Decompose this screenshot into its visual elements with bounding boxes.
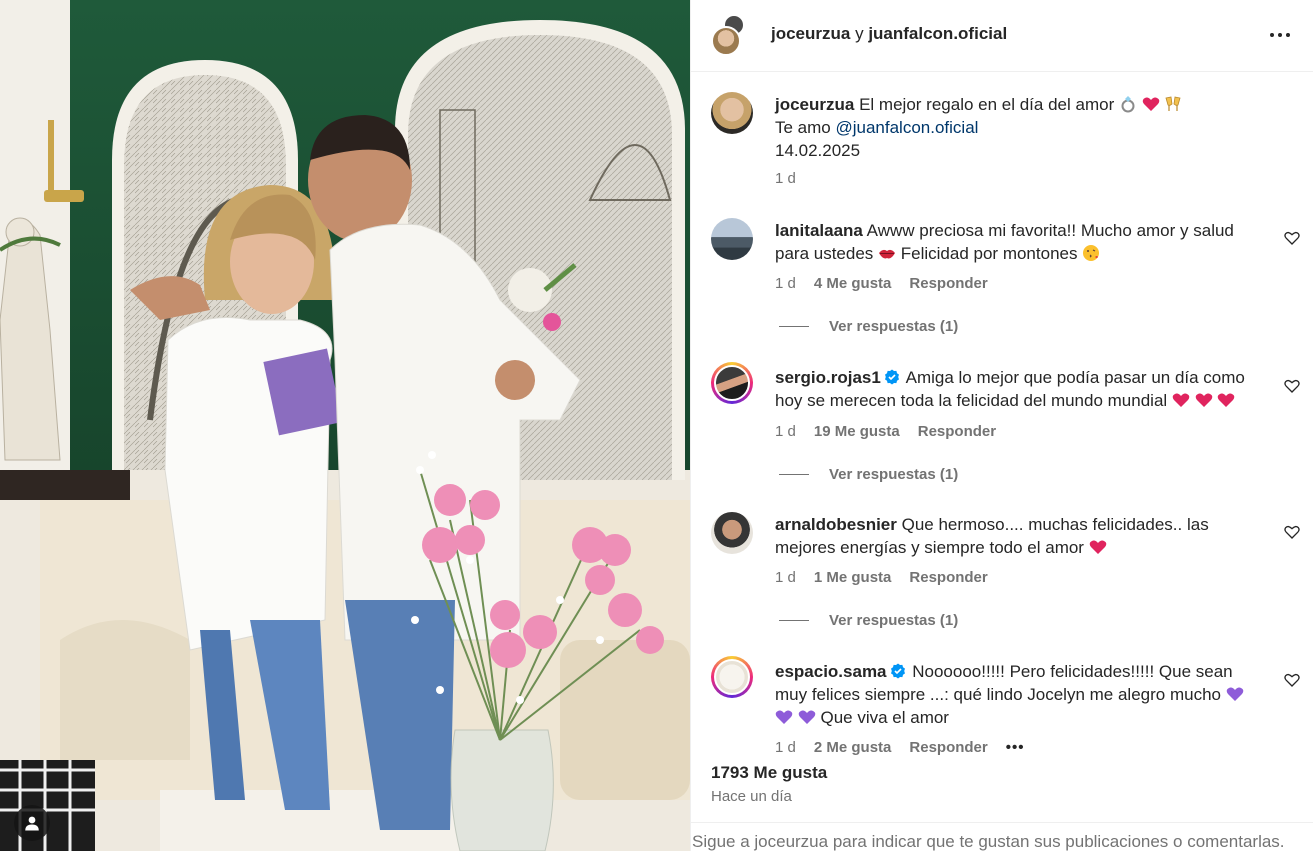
- comment-time[interactable]: 1 d: [775, 739, 796, 756]
- red-heart-emoji-icon: [1142, 97, 1159, 111]
- purple-heart-emoji-icon: [1226, 687, 1244, 701]
- caption-username[interactable]: joceurzua: [775, 95, 854, 114]
- commenter-avatar[interactable]: [711, 218, 753, 260]
- replies-line: [779, 474, 809, 475]
- red-heart-emoji-icon: [1195, 393, 1212, 407]
- reply-button[interactable]: Responder: [909, 569, 987, 586]
- caption-date: 14.02.2025: [775, 141, 861, 160]
- commenter-avatar[interactable]: [711, 512, 753, 554]
- view-replies-label: Ver respuestas (1): [829, 318, 959, 335]
- comment-time[interactable]: 1 d: [775, 423, 796, 440]
- commenter-avatar[interactable]: [711, 656, 753, 698]
- post-like-count[interactable]: 1793 Me gusta: [711, 763, 827, 783]
- heart-outline-icon[interactable]: [1284, 672, 1300, 688]
- heart-outline-icon[interactable]: [1284, 524, 1300, 540]
- heart-outline-icon[interactable]: [1284, 230, 1300, 246]
- collaborator-username[interactable]: juanfalcon.oficial: [868, 24, 1007, 43]
- comment-username[interactable]: arnaldobesnier: [775, 515, 897, 534]
- comment-likes[interactable]: 1 Me gusta: [814, 569, 892, 586]
- caption-mention-link[interactable]: @juanfalcon.oficial: [835, 118, 978, 137]
- lips-emoji-icon: [879, 249, 896, 259]
- view-replies-label: Ver respuestas (1): [829, 466, 959, 483]
- photo-illustration: [0, 0, 690, 851]
- verified-badge-icon: [884, 369, 899, 385]
- commenter-avatar[interactable]: [711, 362, 753, 404]
- post-authors[interactable]: joceurzua y juanfalcon.oficial: [771, 24, 1007, 44]
- comment-body-2: Felicidad por montones: [900, 244, 1078, 263]
- comment-meta: 1 d 19 Me gusta Responder: [775, 423, 996, 440]
- comment-meta: 1 d 1 Me gusta Responder: [775, 569, 988, 586]
- post-caption: joceurzua El mejor regalo en el día del …: [775, 93, 1275, 162]
- comment-likes[interactable]: 4 Me gusta: [814, 275, 892, 292]
- comment-text: arnaldobesnier Que hermoso.... muchas fe…: [775, 513, 1265, 559]
- comment-username[interactable]: lanitalaana: [775, 221, 863, 240]
- author-connector: y: [850, 24, 869, 43]
- comment-text: espacio.sama Noooooo!!!!! Pero felicidad…: [775, 660, 1265, 729]
- comment-time[interactable]: 1 d: [775, 569, 796, 586]
- reply-button[interactable]: Responder: [918, 423, 996, 440]
- comment-username[interactable]: sergio.rojas1: [775, 368, 881, 387]
- purple-heart-emoji-icon: [775, 710, 793, 724]
- author-username[interactable]: joceurzua: [771, 24, 850, 43]
- red-heart-emoji-icon: [1089, 540, 1107, 554]
- purple-heart-emoji-icon: [798, 710, 816, 724]
- replies-line: [779, 620, 809, 621]
- comment-time[interactable]: 1 d: [775, 275, 796, 292]
- verified-badge-icon: [890, 663, 905, 679]
- comment-body-2: Que viva el amor: [820, 708, 949, 727]
- comment-likes[interactable]: 19 Me gusta: [814, 423, 900, 440]
- post-timestamp[interactable]: Hace un día: [711, 788, 792, 805]
- comment-options-button[interactable]: •••: [1006, 739, 1025, 756]
- comment-username[interactable]: espacio.sama: [775, 662, 887, 681]
- kiss-face-emoji-icon: [1083, 245, 1100, 261]
- ring-emoji-icon: [1121, 96, 1135, 113]
- user-icon: [25, 816, 39, 831]
- more-horizontal-icon[interactable]: [1268, 26, 1292, 44]
- collab-avatars[interactable]: [711, 14, 745, 56]
- red-heart-emoji-icon: [1172, 393, 1190, 407]
- caption-timestamp[interactable]: 1 d: [775, 170, 796, 187]
- reply-button[interactable]: Responder: [909, 739, 987, 756]
- tagged-users-button[interactable]: [14, 805, 50, 841]
- view-replies-button[interactable]: Ver respuestas (1): [779, 466, 958, 483]
- comment-likes[interactable]: 2 Me gusta: [814, 739, 892, 756]
- view-replies-button[interactable]: Ver respuestas (1): [779, 318, 958, 335]
- follow-prompt: Sigue a joceurzua para indicar que te gu…: [691, 822, 1313, 851]
- heart-outline-icon[interactable]: [1284, 378, 1300, 394]
- post-photo[interactable]: [0, 0, 690, 851]
- post-side-panel: joceurzua y juanfalcon.oficial joceurzua…: [690, 0, 1313, 851]
- comment-meta: 1 d 4 Me gusta Responder: [775, 275, 988, 292]
- replies-line: [779, 326, 809, 327]
- caption-avatar[interactable]: [711, 92, 753, 134]
- post-header: joceurzua y juanfalcon.oficial: [691, 0, 1313, 72]
- view-replies-label: Ver respuestas (1): [829, 612, 959, 629]
- red-heart-emoji-icon: [1218, 393, 1235, 407]
- caption-line2: Te amo: [775, 118, 836, 137]
- comment-text: sergio.rojas1 Amiga lo mejor que podía p…: [775, 366, 1265, 412]
- comment-text: lanitalaana Awww preciosa mi favorita!! …: [775, 219, 1265, 265]
- view-replies-button[interactable]: Ver respuestas (1): [779, 612, 958, 629]
- caption-text: El mejor regalo en el día del amor: [859, 95, 1115, 114]
- comment-meta: 1 d 2 Me gusta Responder •••: [775, 739, 1025, 756]
- reply-button[interactable]: Responder: [909, 275, 987, 292]
- toast-emoji-icon: [1165, 96, 1181, 111]
